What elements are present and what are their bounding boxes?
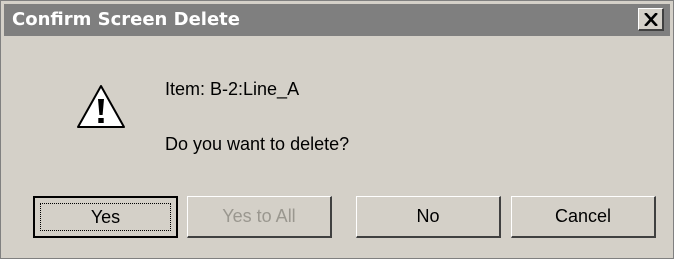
warning-icon xyxy=(77,85,125,128)
no-button[interactable]: No xyxy=(356,196,501,238)
cancel-button-label: Cancel xyxy=(554,206,612,226)
close-icon xyxy=(643,12,658,26)
cancel-button[interactable]: Cancel xyxy=(511,196,656,238)
confirm-question: Do you want to delete? xyxy=(165,134,350,154)
dialog-title: Confirm Screen Delete xyxy=(12,9,240,30)
yes-to-all-button[interactable]: Yes to All xyxy=(187,196,332,238)
close-button[interactable] xyxy=(638,8,664,31)
yes-to-all-button-label: Yes to All xyxy=(222,206,296,226)
no-button-label: No xyxy=(416,206,440,226)
item-label: Item: B-2:Line_A xyxy=(165,79,300,99)
yes-button-label: Yes xyxy=(90,206,121,227)
title-bar[interactable]: Confirm Screen Delete xyxy=(4,4,670,36)
yes-button[interactable]: Yes xyxy=(33,196,178,238)
confirm-delete-dialog: Confirm Screen Delete Item: B-2:Line_A D… xyxy=(0,0,674,259)
